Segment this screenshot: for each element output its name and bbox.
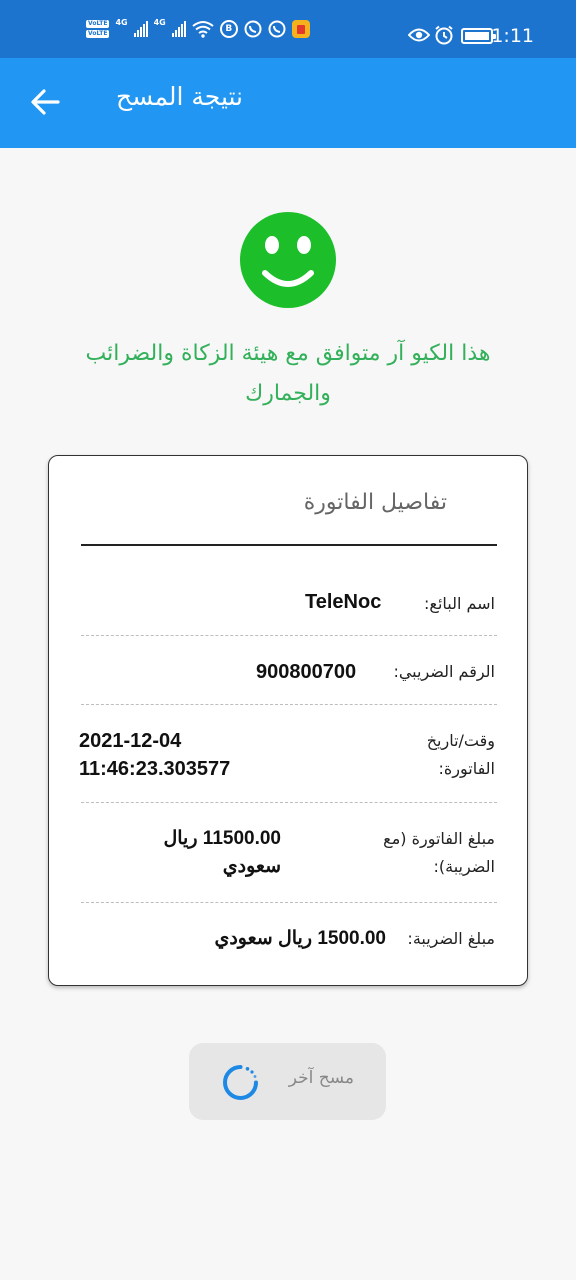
volte-icon: VoLTE VoLTE bbox=[86, 20, 110, 38]
alarm-icon bbox=[435, 25, 453, 45]
page-title: نتيجة المسح bbox=[116, 82, 243, 111]
whatsapp-icon-2 bbox=[268, 20, 286, 38]
scan-again-label: مسح آخر bbox=[288, 1068, 354, 1088]
arrow-left-icon[interactable] bbox=[26, 83, 64, 121]
app-bar: نتيجة المسح bbox=[0, 58, 576, 148]
card-title-divider bbox=[81, 544, 497, 546]
eye-icon bbox=[408, 28, 430, 42]
invoice-datetime-value: 2021-12-04 11:46:23.303577 bbox=[79, 730, 231, 780]
card-title: تفاصيل الفاتورة bbox=[303, 490, 447, 515]
tax-number-value: 900800700 bbox=[256, 661, 357, 683]
battery-icon bbox=[461, 28, 496, 44]
smiley-icon bbox=[240, 212, 336, 308]
invoice-amount-label: مبلغ الفاتورة (مع الضريبة): bbox=[383, 829, 495, 876]
row-divider bbox=[81, 802, 497, 803]
net-type-1: 4G bbox=[115, 18, 128, 27]
tax-amount-value: 1500.00 ريال سعودي bbox=[214, 928, 386, 949]
wifi-icon bbox=[192, 21, 214, 38]
row-divider bbox=[81, 635, 497, 636]
invoice-card: تفاصيل الفاتورة اسم البائع: TeleNoc الرق… bbox=[48, 455, 528, 986]
scan-again-button[interactable]: مسح آخر bbox=[189, 1043, 386, 1120]
volte-label-1: VoLTE bbox=[86, 20, 110, 28]
tax-amount-label: مبلغ الضريبة: bbox=[407, 929, 495, 948]
net-type-2: 4G bbox=[153, 18, 166, 27]
seller-name-label: اسم البائع: bbox=[424, 594, 495, 613]
status-bar: VoLTE VoLTE 4G 4G B 1:11 bbox=[0, 0, 576, 58]
seller-name-value: TeleNoc bbox=[305, 591, 382, 613]
signal-icon bbox=[133, 21, 148, 37]
app-b-icon: B bbox=[219, 20, 238, 38]
compliance-message: هذا الكيو آر متوافق مع هيئة الزكاة والضر… bbox=[85, 341, 491, 406]
invoice-amount-value: 11500.00 ريال سعودي bbox=[163, 828, 281, 877]
row-divider bbox=[81, 902, 497, 903]
signal-icon-2 bbox=[171, 21, 186, 37]
row-divider bbox=[81, 704, 497, 705]
tax-number-label: الرقم الضريبي: bbox=[393, 662, 495, 681]
loading-spinner-icon bbox=[223, 1065, 258, 1100]
invoice-datetime-label: وقت/تاريخ الفاتورة: bbox=[426, 731, 495, 778]
whatsapp-icon bbox=[244, 20, 262, 38]
volte-label-2: VoLTE bbox=[86, 30, 110, 38]
notification-app-icon bbox=[291, 20, 310, 38]
status-time: 1:11 bbox=[491, 25, 534, 47]
status-left-icons: VoLTE VoLTE 4G 4G B bbox=[86, 18, 310, 40]
